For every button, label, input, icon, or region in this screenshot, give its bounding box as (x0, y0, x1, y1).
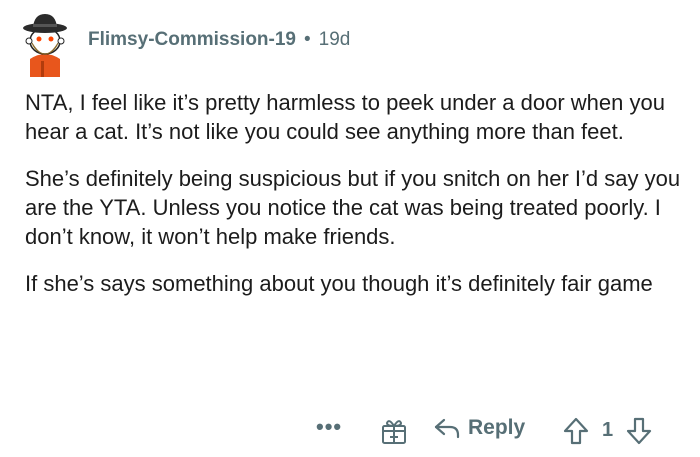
downvote-button[interactable] (625, 416, 653, 446)
upvote-button[interactable] (562, 416, 590, 446)
comment-age: 19d (318, 29, 351, 50)
vote-score: 1 (602, 419, 614, 441)
meta-separator: • (304, 29, 311, 50)
gift-icon (382, 420, 406, 444)
downvote-arrow-icon (626, 417, 652, 445)
comment-meta: Flimsy-Commission-19 • 19d (88, 29, 350, 51)
comment-body: NTA, I feel like it’s pretty harmless to… (25, 88, 685, 316)
award-button[interactable] (379, 416, 409, 446)
more-options-button[interactable]: ••• (316, 414, 342, 440)
comment-header: Flimsy-Commission-19 • 19d (16, 8, 350, 78)
reply-label: Reply (468, 416, 526, 439)
comment-paragraph: If she’s says something about you though… (25, 271, 653, 296)
snoo-avatar-icon[interactable] (16, 9, 74, 77)
comment-paragraph: She’s definitely being suspicious but if… (25, 166, 681, 249)
comment-paragraph: NTA, I feel like it’s pretty harmless to… (25, 90, 665, 144)
comment-action-bar: ••• Reply 1 (0, 410, 700, 450)
reply-arrow-icon (434, 418, 460, 439)
reply-button[interactable]: Reply (434, 416, 525, 440)
username-link[interactable]: Flimsy-Commission-19 (88, 29, 296, 51)
upvote-arrow-icon (563, 417, 589, 445)
